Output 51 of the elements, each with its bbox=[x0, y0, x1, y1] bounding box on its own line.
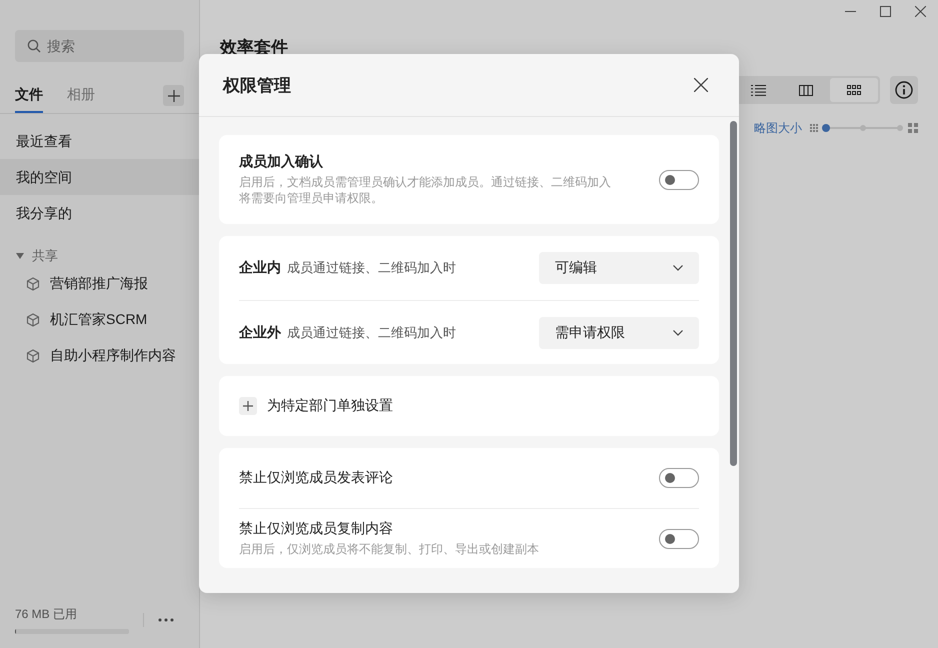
info-icon bbox=[895, 81, 913, 99]
maximize-icon[interactable] bbox=[880, 6, 891, 17]
thumbnail-size-label: 略图大小 bbox=[754, 120, 802, 136]
plus-icon bbox=[168, 90, 180, 102]
storage-usage-text: 76 MB 已用 bbox=[15, 606, 78, 623]
grid-icon bbox=[847, 85, 861, 95]
department-setting-link[interactable]: 为特定部门单独设置 bbox=[239, 397, 393, 415]
setting-title: 禁止仅浏览成员复制内容 bbox=[239, 520, 394, 538]
close-icon[interactable] bbox=[694, 78, 708, 92]
cube-icon bbox=[26, 277, 40, 291]
setting-description: 成员通过链接、二维码加入时 bbox=[287, 324, 456, 342]
shared-space-item[interactable]: 营销部推广海报 bbox=[0, 266, 199, 302]
setting-title: 禁止仅浏览成员发表评论 bbox=[239, 469, 394, 487]
close-icon[interactable] bbox=[915, 6, 926, 17]
info-button[interactable] bbox=[890, 76, 918, 104]
setting-description: 启用后，文档成员需管理员确认才能添加成员。通过链接、二维码加入将需要向管理员申请权限。 bbox=[239, 174, 612, 206]
search-icon bbox=[27, 39, 41, 53]
setting-description: 启用后，仅浏览成员将不能复制、打印、导出或创建副本 bbox=[239, 541, 540, 557]
sidebar-item[interactable]: 我分享的 bbox=[0, 195, 199, 231]
setting-label: 企业外 bbox=[239, 324, 281, 342]
large-grid-icon bbox=[908, 123, 918, 133]
search-input[interactable]: 搜索 bbox=[47, 38, 167, 54]
add-button[interactable] bbox=[163, 85, 184, 106]
cube-icon bbox=[26, 349, 40, 363]
sidebar-tab[interactable]: 文件 bbox=[15, 78, 43, 113]
columns-icon bbox=[799, 84, 813, 96]
permission-dropdown[interactable]: 可编辑 bbox=[539, 252, 699, 284]
toggle-switch[interactable] bbox=[659, 468, 699, 488]
grid-view-button[interactable] bbox=[830, 78, 878, 102]
setting-description: 成员通过链接、二维码加入时 bbox=[287, 259, 456, 277]
setting-title: 成员加入确认 bbox=[239, 153, 324, 171]
sidebar-item[interactable]: 我的空间 bbox=[0, 159, 199, 195]
shared-space-item[interactable]: 机汇管家SCRM bbox=[0, 302, 199, 338]
cube-icon bbox=[26, 313, 40, 327]
scrollbar[interactable] bbox=[730, 121, 737, 466]
toggle-switch[interactable] bbox=[659, 170, 699, 190]
plus-icon bbox=[243, 401, 253, 411]
small-grid-icon bbox=[810, 124, 818, 132]
section-label: 共享 bbox=[32, 247, 58, 265]
chevron-down-icon bbox=[673, 330, 683, 336]
search-field[interactable]: 搜索 bbox=[15, 30, 184, 62]
setting-label: 企业内 bbox=[239, 259, 281, 277]
collapse-triangle-icon[interactable] bbox=[16, 252, 24, 260]
permission-dropdown[interactable]: 需申请权限 bbox=[539, 316, 699, 348]
more-icon[interactable] bbox=[158, 618, 174, 622]
list-icon bbox=[750, 84, 766, 96]
dialog-title: 权限管理 bbox=[223, 74, 291, 96]
chevron-down-icon bbox=[673, 265, 683, 271]
toggle-switch[interactable] bbox=[659, 528, 699, 548]
sidebar-item[interactable]: 最近查看 bbox=[0, 123, 199, 159]
shared-space-item[interactable]: 自助小程序制作内容 bbox=[0, 338, 199, 374]
